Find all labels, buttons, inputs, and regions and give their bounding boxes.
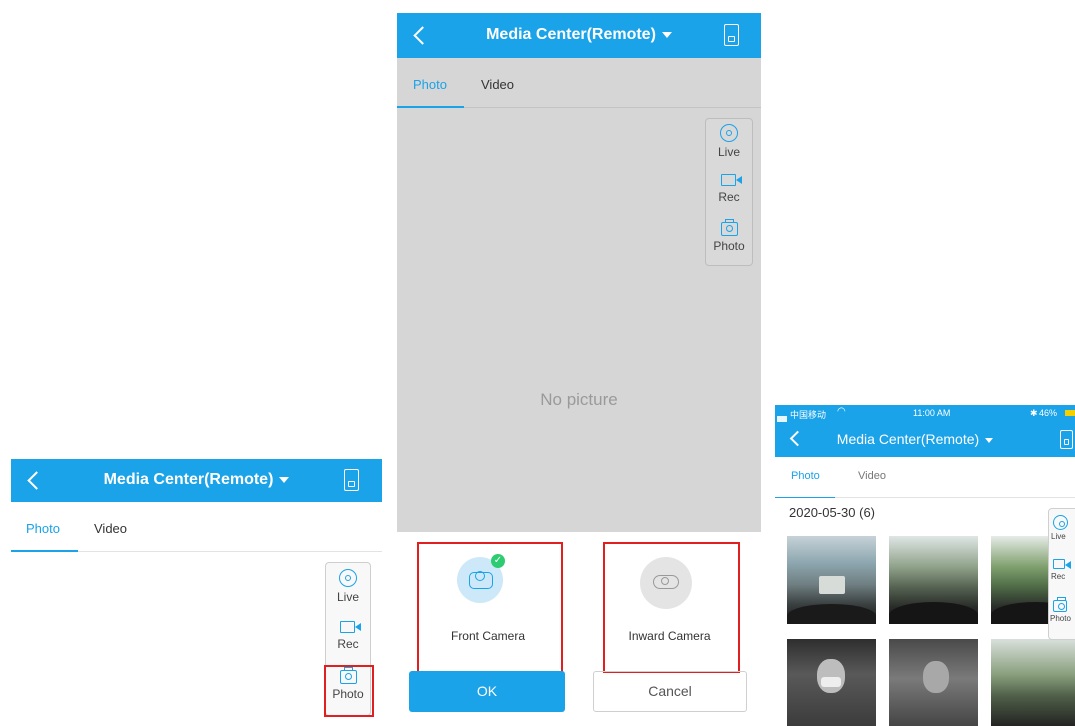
- tab-bar: Photo Video: [11, 502, 382, 552]
- photo-label: Photo: [1050, 614, 1071, 623]
- sd-card-icon[interactable]: [1060, 430, 1073, 449]
- rec-button[interactable]: Rec: [326, 621, 370, 651]
- highlight-photo-button: [324, 665, 374, 717]
- tab-underline: [397, 106, 464, 108]
- photo-thumbnail[interactable]: [787, 639, 876, 726]
- tab-bar: Photo Video: [397, 58, 761, 108]
- live-icon: [1053, 515, 1068, 530]
- header-title-wrap[interactable]: Media Center(Remote): [397, 26, 761, 44]
- header-bar: Media Center(Remote): [397, 13, 761, 58]
- tab-video[interactable]: Video: [481, 77, 514, 92]
- content-overlay: Photo Video Live Rec Photo No picture: [397, 58, 761, 532]
- rec-button[interactable]: Rec: [1049, 559, 1075, 581]
- rec-label: Rec: [718, 190, 740, 204]
- sd-card-icon[interactable]: [344, 469, 359, 491]
- capture-toolbar: Live Rec Photo: [1048, 508, 1075, 640]
- empty-state-text: No picture: [540, 390, 618, 409]
- tab-bar: Photo Video: [775, 457, 1075, 498]
- status-bar: 中国移动 ◠ 11:00 AM ✱ 46%: [775, 406, 1075, 422]
- capture-toolbar: Live Rec Photo: [705, 118, 753, 266]
- header-title-wrap[interactable]: Media Center(Remote): [11, 471, 382, 489]
- wifi-icon: ◠: [837, 406, 846, 417]
- tab-underline: [11, 550, 78, 552]
- highlight-inward-camera: [603, 542, 740, 673]
- battery-label: 46%: [1039, 408, 1058, 418]
- header-bar: 中国移动 ◠ 11:00 AM ✱ 46% Media Center(Remot…: [775, 405, 1075, 457]
- date-group-header: 2020-05-30 (6): [789, 505, 875, 520]
- photo-thumbnail[interactable]: [991, 639, 1075, 726]
- photo-label: Photo: [713, 239, 745, 253]
- chevron-down-icon: [661, 31, 672, 38]
- header-title: Media Center(Remote): [486, 26, 656, 43]
- live-label: Live: [336, 590, 359, 604]
- live-icon: [720, 124, 738, 142]
- photo-thumbnail[interactable]: [889, 536, 978, 624]
- chevron-down-icon: [279, 476, 290, 483]
- ok-button[interactable]: OK: [409, 671, 565, 712]
- live-icon: [339, 569, 357, 587]
- header-title: Media Center(Remote): [103, 471, 274, 488]
- tab-photo[interactable]: Photo: [26, 521, 60, 536]
- camera-icon: [720, 219, 738, 236]
- tab-video[interactable]: Video: [858, 470, 886, 482]
- header-title-wrap[interactable]: Media Center(Remote): [775, 431, 1075, 447]
- bluetooth-icon: ✱: [1030, 408, 1038, 418]
- live-button[interactable]: Live: [706, 124, 752, 159]
- camera-chooser: ✓ Front Camera Inward Camera OK Cancel: [397, 532, 761, 726]
- header-title: Media Center(Remote): [836, 431, 980, 447]
- video-camera-icon: [721, 174, 742, 186]
- cancel-button[interactable]: Cancel: [593, 671, 747, 712]
- signal-icon: [777, 410, 787, 422]
- tab-photo[interactable]: Photo: [413, 77, 447, 92]
- sd-card-icon[interactable]: [724, 24, 739, 46]
- header-bar: Media Center(Remote): [11, 459, 382, 502]
- live-button[interactable]: Live: [1049, 515, 1075, 541]
- middle-screen: Media Center(Remote) Photo Video Live Re…: [397, 13, 761, 726]
- photo-button[interactable]: Photo: [1049, 597, 1075, 623]
- rec-button[interactable]: Rec: [706, 174, 752, 204]
- carrier-label: 中国移动: [790, 410, 827, 420]
- video-camera-icon: [1053, 559, 1071, 569]
- live-label: Live: [717, 145, 740, 159]
- photo-thumbnail[interactable]: [787, 536, 876, 624]
- live-button[interactable]: Live: [326, 569, 370, 604]
- clock-label: 11:00 AM: [913, 408, 951, 418]
- tab-video[interactable]: Video: [94, 521, 127, 536]
- rec-label: Rec: [1051, 572, 1066, 581]
- camera-icon: [1053, 597, 1067, 612]
- chevron-down-icon: [985, 437, 994, 443]
- photo-thumbnail[interactable]: [889, 639, 978, 726]
- battery-icon: [1065, 410, 1075, 416]
- live-label: Live: [1051, 532, 1066, 541]
- photo-button[interactable]: Photo: [706, 219, 752, 253]
- left-screen: Media Center(Remote) Photo Video Live Re…: [11, 459, 382, 726]
- video-camera-icon: [340, 621, 361, 633]
- rec-label: Rec: [337, 637, 359, 651]
- tab-photo[interactable]: Photo: [791, 470, 820, 482]
- highlight-front-camera: [417, 542, 563, 673]
- tab-underline: [775, 496, 835, 498]
- right-screen: 中国移动 ◠ 11:00 AM ✱ 46% Media Center(Remot…: [775, 405, 1075, 726]
